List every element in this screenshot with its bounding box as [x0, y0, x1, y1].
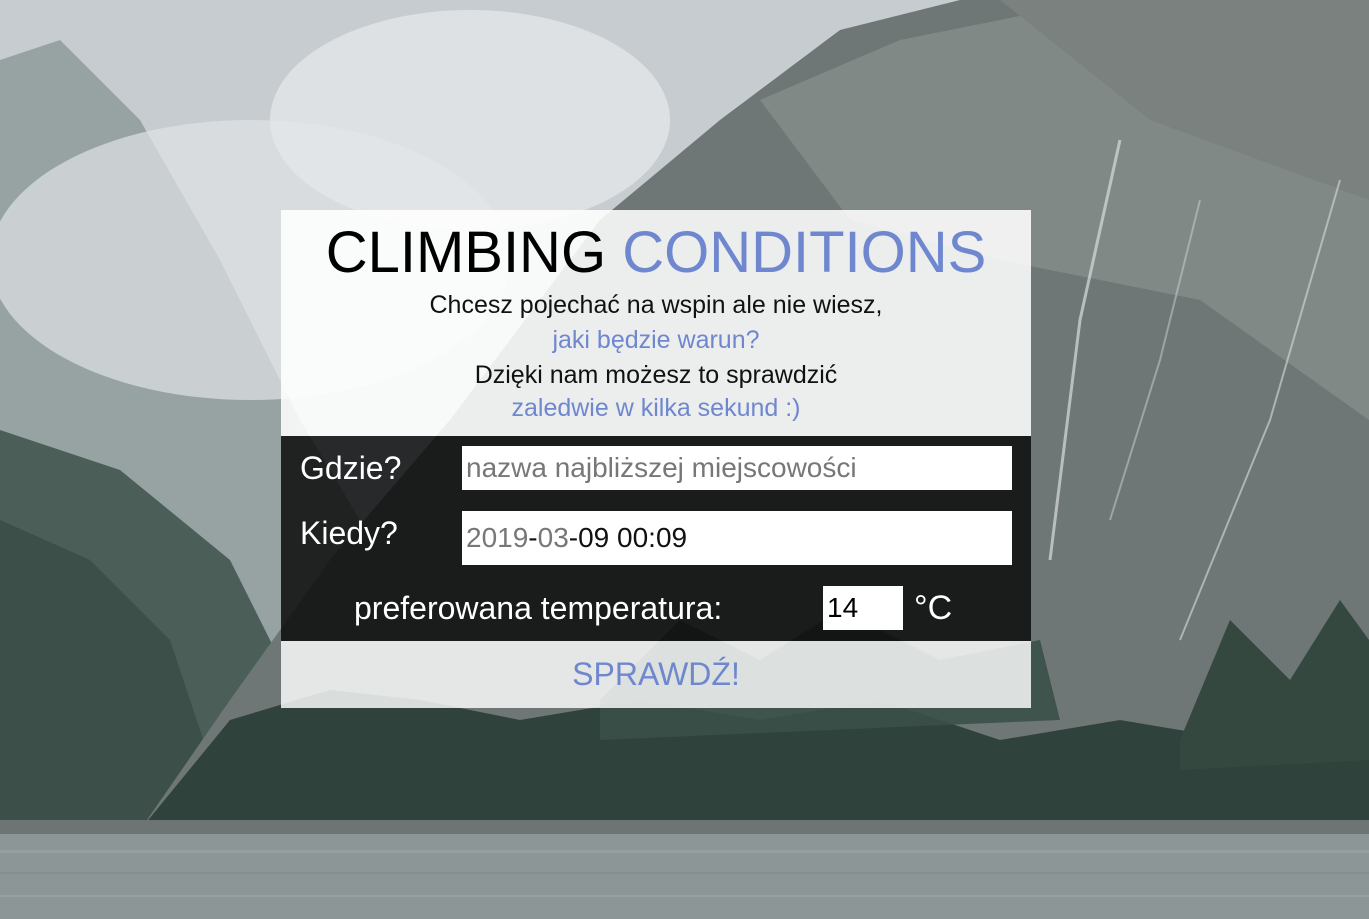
- intro-line-3: Dzięki nam możesz to sprawdzić: [474, 361, 838, 389]
- when-label: Kiedy?: [300, 515, 398, 551]
- datetime-year: 2019: [466, 522, 529, 553]
- intro-line-2: jaki będzie warun?: [552, 326, 760, 354]
- location-input[interactable]: [462, 446, 1012, 490]
- title-accent: CONDITIONS: [622, 220, 987, 285]
- check-button[interactable]: SPRAWDŹ!: [281, 641, 1031, 708]
- temperature-unit: °C: [914, 589, 953, 627]
- intro-line-1: Chcesz pojechać na wspin ale nie wiesz,: [429, 291, 883, 319]
- datetime-month: 03: [537, 522, 569, 553]
- search-form: Gdzie? Kiedy? 2019-03-09 00:09 preferowa…: [281, 436, 1031, 641]
- datetime-input[interactable]: 2019-03-09 00:09: [462, 511, 1012, 565]
- where-label: Gdzie?: [300, 450, 402, 486]
- page-title: CLIMBING CONDITIONS: [281, 222, 1031, 284]
- card-header: CLIMBING CONDITIONS Chcesz pojechać na w…: [281, 210, 1031, 436]
- temperature-label: preferowana temperatura:: [354, 590, 723, 626]
- intro-line-4: zaledwie w kilka sekund :): [511, 394, 801, 422]
- datetime-rest: -09 00:09: [568, 522, 688, 553]
- datetime-sep: -: [528, 522, 538, 553]
- title-main: CLIMBING: [325, 220, 607, 285]
- temperature-row: preferowana temperatura: °C: [281, 584, 1031, 634]
- search-card: CLIMBING CONDITIONS Chcesz pojechać na w…: [281, 210, 1031, 708]
- temperature-input[interactable]: [823, 586, 903, 630]
